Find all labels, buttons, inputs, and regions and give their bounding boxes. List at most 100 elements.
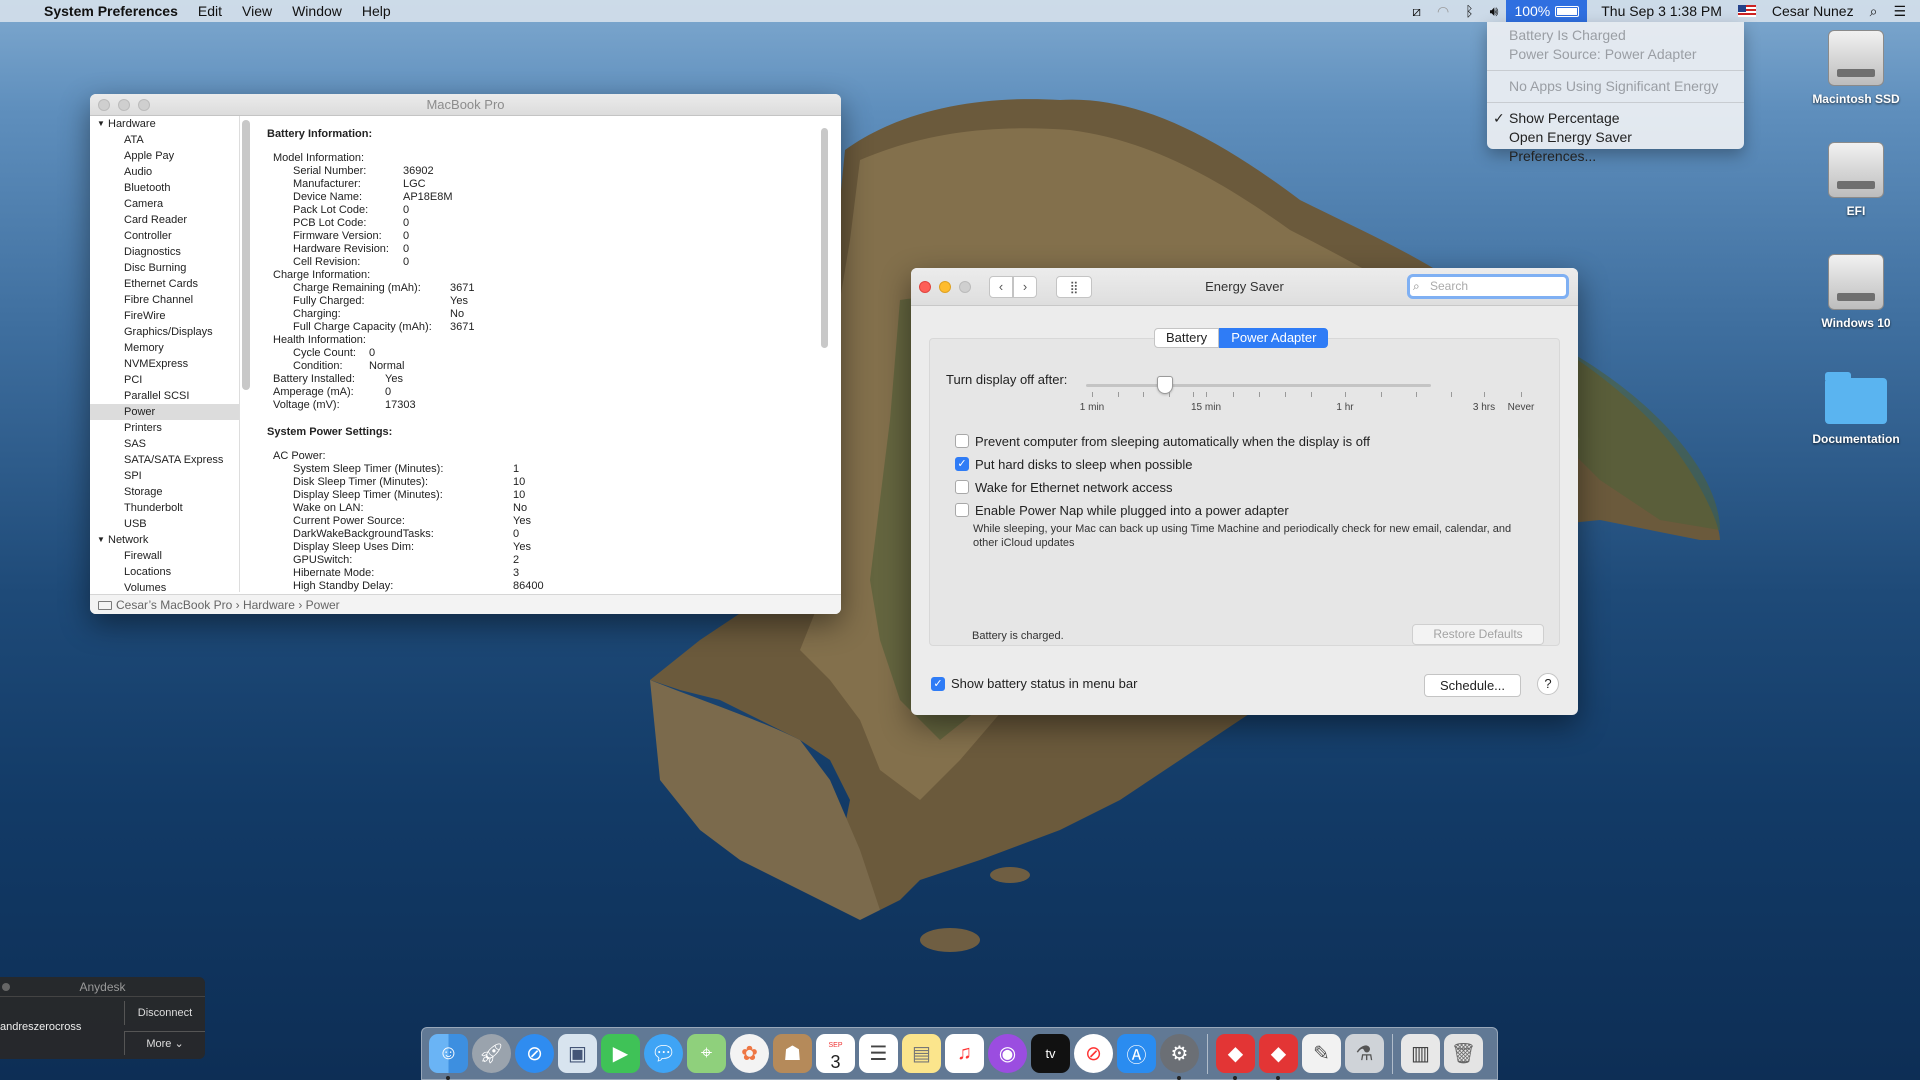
photos-icon[interactable]: ✿ [730, 1034, 769, 1073]
path-hardware[interactable]: Hardware [243, 598, 295, 612]
wifi-icon[interactable]: ◠ [1429, 0, 1457, 22]
disk-sleep-checkbox[interactable]: ✓ Put hard disks to sleep when possible [955, 457, 1193, 472]
sidebar-item-disc-burning[interactable]: Disc Burning [90, 260, 239, 276]
activity-monitor-icon[interactable]: ⧄ [1404, 0, 1429, 22]
preview-icon[interactable]: ▣ [558, 1034, 597, 1073]
maps-icon[interactable]: ⌖ [687, 1034, 726, 1073]
checkbox-checked[interactable]: ✓ [955, 457, 969, 471]
path-computer[interactable]: Cesar’s MacBook Pro [116, 598, 232, 612]
schedule-button[interactable]: Schedule... [1424, 674, 1521, 697]
slider-thumb[interactable] [1157, 376, 1174, 394]
wake-ethernet-checkbox[interactable]: Wake for Ethernet network access [955, 480, 1173, 495]
music-icon[interactable]: ♫ [945, 1034, 984, 1073]
battery-menu[interactable]: 100% [1506, 0, 1588, 22]
documents-stack-icon[interactable]: ▥ [1401, 1034, 1440, 1073]
app-store-icon[interactable]: Ⓐ [1117, 1034, 1156, 1073]
path-power[interactable]: Power [306, 598, 340, 612]
sidebar-group-network[interactable]: Network [90, 532, 239, 548]
sidebar-item-parallel-scsi[interactable]: Parallel SCSI [90, 388, 239, 404]
user-menu[interactable]: Cesar Nunez [1764, 0, 1862, 22]
desktop-icon-documentation[interactable]: Documentation [1796, 372, 1916, 446]
desktop-icon-windows-10[interactable]: Windows 10 [1796, 254, 1916, 330]
messages-icon[interactable]: 💬︎ [644, 1034, 683, 1073]
minimize-button[interactable] [939, 281, 951, 293]
news-icon[interactable]: ⊘ [1074, 1034, 1113, 1073]
sidebar-item-audio[interactable]: Audio [90, 164, 239, 180]
launchpad-icon[interactable]: 🚀︎ [472, 1034, 511, 1073]
sidebar-item-camera[interactable]: Camera [90, 196, 239, 212]
safari-icon[interactable]: ⊘ [515, 1034, 554, 1073]
sidebar-item-fibre-channel[interactable]: Fibre Channel [90, 292, 239, 308]
sidebar-item-controller[interactable]: Controller [90, 228, 239, 244]
contacts-icon[interactable]: ☗ [773, 1034, 812, 1073]
sidebar-item-nvmexpress[interactable]: NVMExpress [90, 356, 239, 372]
zoom-button[interactable] [959, 281, 971, 293]
sidebar-item-sas[interactable]: SAS [90, 436, 239, 452]
apple-menu-icon[interactable] [0, 0, 34, 22]
notes-icon[interactable]: ▤ [902, 1034, 941, 1073]
sidebar-item-apple-pay[interactable]: Apple Pay [90, 148, 239, 164]
calendar-icon[interactable]: SEP 3 [816, 1034, 855, 1073]
forward-button[interactable]: › [1013, 276, 1037, 298]
sidebar-item-card-reader[interactable]: Card Reader [90, 212, 239, 228]
menu-edit[interactable]: Edit [188, 0, 232, 22]
search-input[interactable]: ⌕ Search [1407, 274, 1569, 299]
sidebar-item-firewall[interactable]: Firewall [90, 548, 239, 564]
sidebar-item-volumes[interactable]: Volumes [90, 580, 239, 592]
sidebar-item-storage[interactable]: Storage [90, 484, 239, 500]
trash-icon[interactable]: 🗑︎ [1444, 1034, 1483, 1073]
sidebar-item-memory[interactable]: Memory [90, 340, 239, 356]
detail-scrollbar[interactable] [821, 128, 828, 348]
textedit-icon[interactable]: ✎ [1302, 1034, 1341, 1073]
sidebar-item-ata[interactable]: ATA [90, 132, 239, 148]
back-button[interactable]: ‹ [989, 276, 1013, 298]
show-all-grid-icon[interactable]: ⣿ [1056, 276, 1092, 298]
desktop-icon-efi[interactable]: EFI [1796, 142, 1916, 218]
sidebar-item-bluetooth[interactable]: Bluetooth [90, 180, 239, 196]
utility-icon[interactable]: ⚗ [1345, 1034, 1384, 1073]
anydesk-alt-icon[interactable]: ◆ [1259, 1034, 1298, 1080]
menu-window[interactable]: Window [282, 0, 352, 22]
more-button[interactable]: More ⌄ [124, 1031, 205, 1055]
sidebar-item-spi[interactable]: SPI [90, 468, 239, 484]
facetime-icon[interactable]: ▶ [601, 1034, 640, 1073]
reminders-icon[interactable]: ☰ [859, 1034, 898, 1073]
clock[interactable]: Thu Sep 3 1:38 PM [1587, 0, 1730, 22]
restore-defaults-button[interactable]: Restore Defaults [1412, 624, 1544, 645]
checkbox[interactable] [955, 434, 969, 448]
system-preferences-icon[interactable]: ⚙ [1160, 1034, 1199, 1080]
sidebar-scrollbar[interactable] [242, 120, 250, 390]
notification-center-icon[interactable]: ☰ [1885, 0, 1920, 22]
sidebar-item-ethernet-cards[interactable]: Ethernet Cards [90, 276, 239, 292]
sidebar-item-usb[interactable]: USB [90, 516, 239, 532]
display-off-slider[interactable] [1086, 384, 1431, 387]
close-button[interactable] [919, 281, 931, 293]
sidebar-item-diagnostics[interactable]: Diagnostics [90, 244, 239, 260]
help-button[interactable]: ? [1537, 673, 1559, 695]
sidebar-item-pci[interactable]: PCI [90, 372, 239, 388]
sidebar-item-power[interactable]: Power [90, 404, 239, 420]
sidebar-item-graphics-displays[interactable]: Graphics/Displays [90, 324, 239, 340]
menu-app-name[interactable]: System Preferences [34, 0, 188, 22]
tab-power-adapter[interactable]: Power Adapter [1219, 328, 1329, 348]
menu-view[interactable]: View [232, 0, 282, 22]
show-percentage-item[interactable]: ✓ Show Percentage [1487, 109, 1744, 128]
checkbox[interactable] [955, 480, 969, 494]
prevent-sleep-checkbox[interactable]: Prevent computer from sleeping automatic… [955, 434, 1370, 449]
volume-icon[interactable]: 🔊︎ [1482, 0, 1507, 22]
sidebar-item-thunderbolt[interactable]: Thunderbolt [90, 500, 239, 516]
zoom-button[interactable] [138, 99, 150, 111]
power-nap-checkbox[interactable]: Enable Power Nap while plugged into a po… [955, 503, 1289, 518]
anydesk-icon[interactable]: ◆ [1216, 1034, 1255, 1080]
sidebar-item-locations[interactable]: Locations [90, 564, 239, 580]
input-source-icon[interactable] [1730, 0, 1764, 22]
minimize-button[interactable] [118, 99, 130, 111]
tv-icon[interactable]: tv [1031, 1034, 1070, 1073]
sidebar-group-hardware[interactable]: Hardware [90, 116, 239, 132]
checkbox[interactable] [955, 503, 969, 517]
finder-icon[interactable]: ☺ [429, 1034, 468, 1080]
bluetooth-icon[interactable]: ᛒ [1457, 0, 1481, 22]
sidebar-item-printers[interactable]: Printers [90, 420, 239, 436]
checkbox-checked[interactable]: ✓ [931, 676, 945, 691]
sidebar-item-firewire[interactable]: FireWire [90, 308, 239, 324]
